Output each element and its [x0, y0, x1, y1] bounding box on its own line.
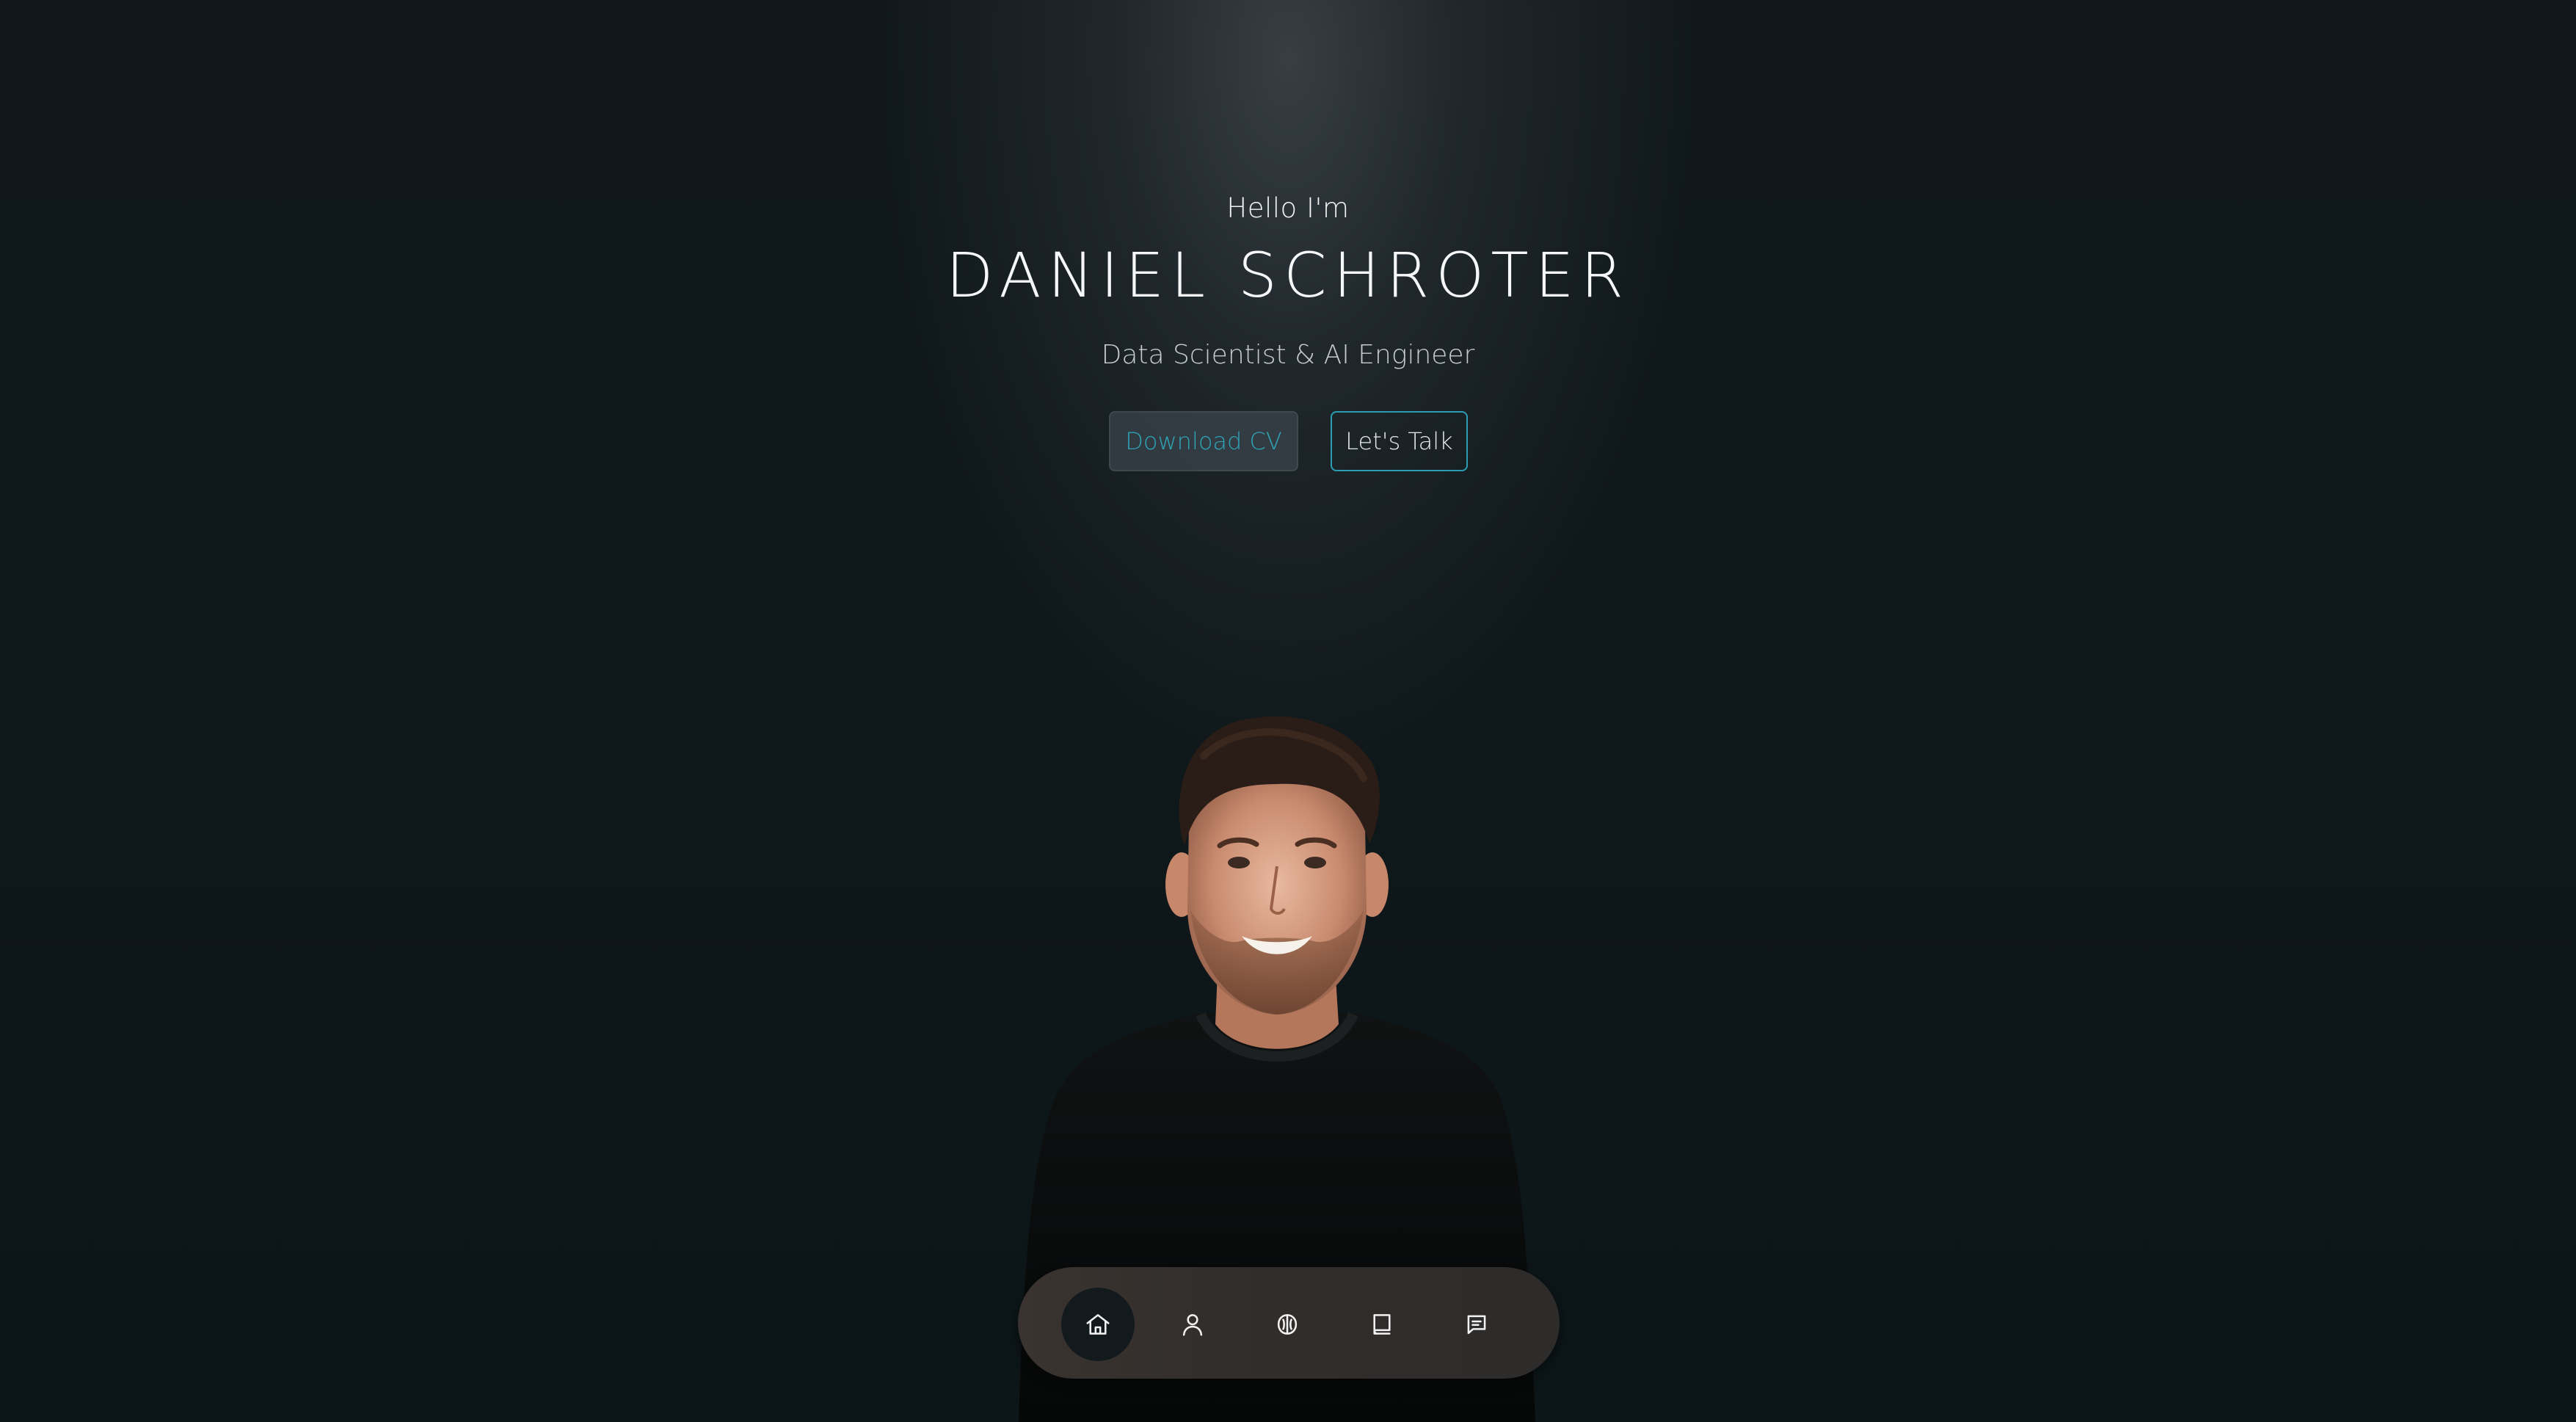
nav-projects[interactable] — [1345, 1288, 1419, 1361]
user-icon — [1182, 1314, 1203, 1336]
role-subtitle: Data Scientist & AI Engineer — [1101, 340, 1475, 370]
nav-about[interactable] — [1156, 1288, 1229, 1361]
bottom-nav-dock — [1018, 1267, 1560, 1379]
message-icon — [1467, 1315, 1486, 1335]
nav-skills[interactable] — [1251, 1288, 1324, 1361]
lets-talk-button[interactable]: Let's Talk — [1331, 411, 1468, 471]
landing-page: Hello I'm DANIEL SCHROTER Data Scientist… — [0, 0, 2576, 1422]
book-icon — [1373, 1314, 1391, 1335]
page-title: DANIEL SCHROTER — [945, 239, 1631, 311]
nav-home[interactable] — [1061, 1288, 1135, 1361]
home-icon — [1086, 1314, 1110, 1335]
greeting-text: Hello I'm — [1226, 192, 1350, 224]
brain-icon — [1277, 1314, 1298, 1335]
download-cv-button[interactable]: Download CV — [1109, 411, 1298, 471]
nav-contact[interactable] — [1440, 1288, 1513, 1361]
